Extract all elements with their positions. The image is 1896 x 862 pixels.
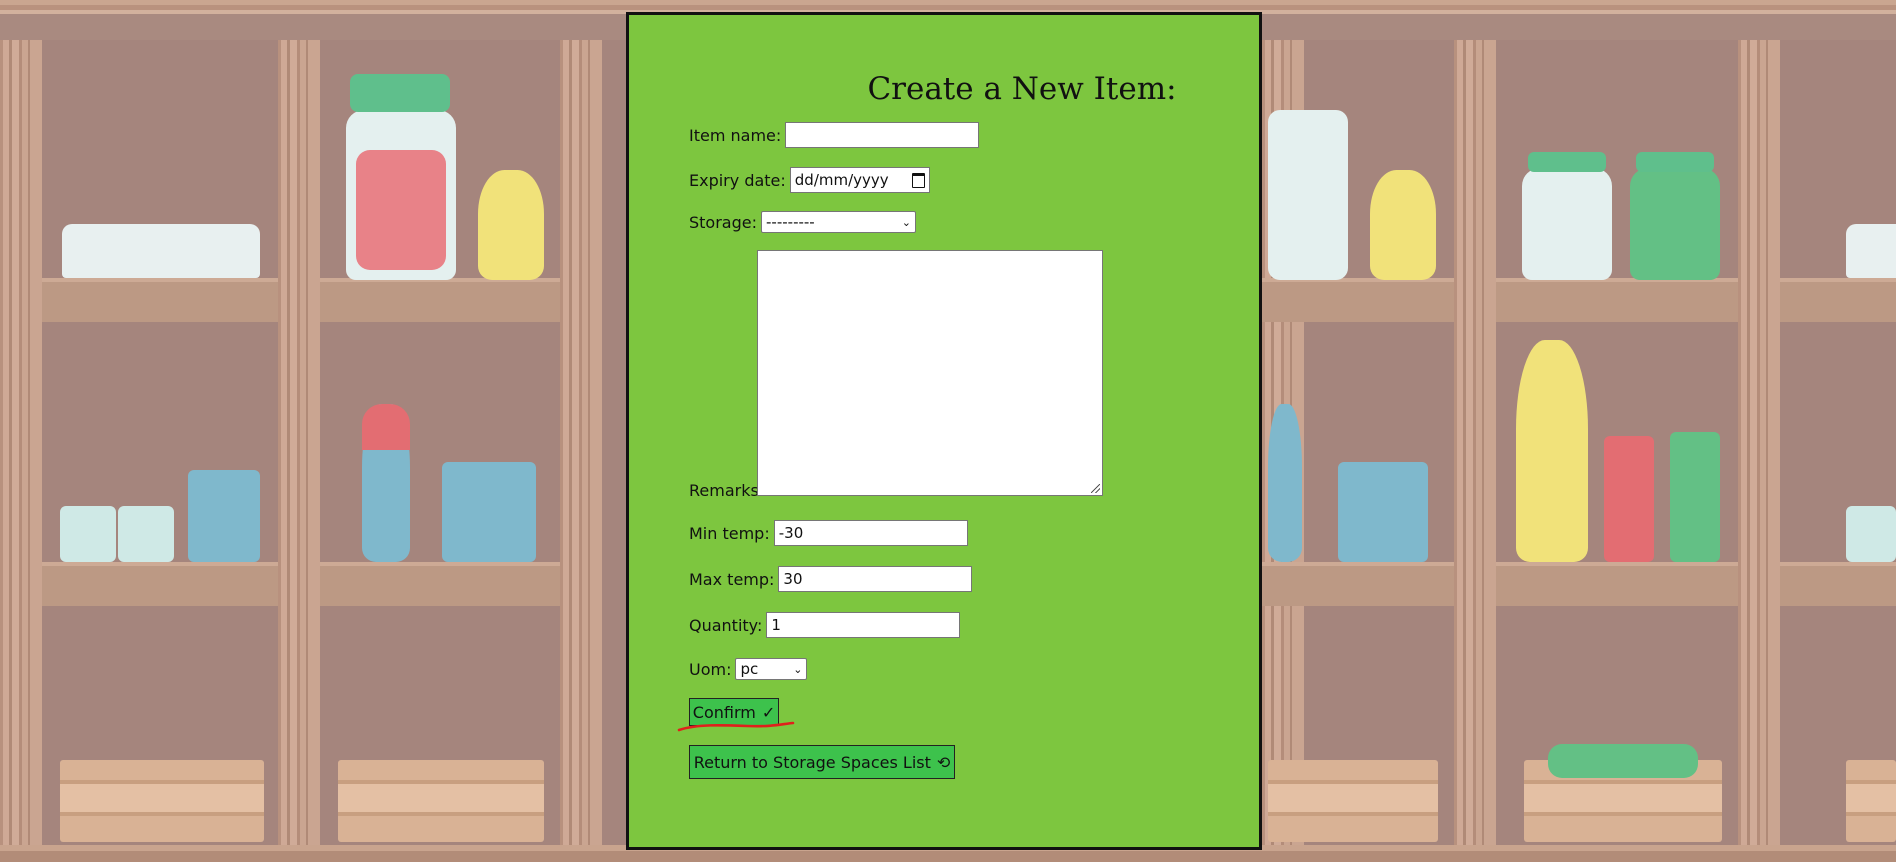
spray-cap: [362, 404, 410, 450]
uom-label: Uom:: [689, 659, 732, 679]
calendar-icon[interactable]: [911, 172, 925, 188]
shelf-board: [1496, 562, 1738, 606]
shelf-pillar: [560, 40, 602, 845]
soda-can: [1604, 436, 1654, 562]
tomato-slices: [356, 150, 446, 270]
oil-bottle: [1370, 170, 1436, 280]
annotation-underline: [677, 721, 795, 732]
expiry-date-value: dd/mm/yyyy: [794, 171, 889, 189]
min-temp-row: Min temp: -30: [689, 520, 968, 546]
shelf-pillar: [278, 40, 320, 845]
remarks-textarea[interactable]: [757, 250, 1103, 496]
jar-lid: [1636, 152, 1714, 172]
storage-label: Storage:: [689, 212, 757, 232]
chevron-down-icon: ⌄: [793, 662, 803, 676]
pickle-jar: [1630, 168, 1720, 280]
shelf-board: [1262, 562, 1454, 606]
expiry-date-row: Expiry date: dd/mm/yyyy: [689, 167, 930, 193]
crate: [1846, 760, 1896, 842]
quantity-label: Quantity:: [689, 615, 763, 635]
shelf-board: [1780, 278, 1896, 322]
remarks-label: Remarks:: [689, 481, 765, 500]
max-temp-label: Max temp:: [689, 569, 775, 589]
juice-bottle: [1516, 340, 1588, 562]
egg-carton: [1846, 224, 1896, 278]
shelf-pillar: [1454, 40, 1496, 845]
carrot-crate: [1268, 760, 1438, 842]
resize-handle-icon[interactable]: [1091, 484, 1100, 493]
return-to-storage-list-button[interactable]: Return to Storage Spaces List ⟲: [689, 745, 955, 779]
max-temp-input[interactable]: 30: [778, 566, 973, 592]
min-temp-label: Min temp:: [689, 523, 770, 543]
quantity-row: Quantity: 1: [689, 612, 961, 638]
item-name-label: Item name:: [689, 125, 782, 145]
egg-carton: [62, 224, 260, 278]
coffee-cup: [188, 470, 260, 562]
yogurt-cup: [118, 506, 174, 562]
shelf-board: [320, 562, 560, 606]
jar-lid: [1528, 152, 1606, 172]
chevron-down-icon: ⌄: [901, 215, 911, 229]
carrot-crate: [338, 760, 544, 842]
mushroom-jar: [1522, 168, 1612, 280]
soda-can: [1670, 432, 1720, 562]
expiry-date-input[interactable]: dd/mm/yyyy: [789, 167, 930, 193]
shelf-board: [1262, 278, 1454, 322]
item-name-input[interactable]: [785, 122, 980, 148]
uom-select[interactable]: pc ⌄: [735, 658, 808, 680]
page-title: Create a New Item:: [867, 71, 1177, 107]
tin-can: [1338, 462, 1428, 562]
shelf-board: [42, 278, 278, 322]
max-temp-row: Max temp: 30: [689, 566, 973, 592]
shelf-board: [320, 278, 560, 322]
jar-lid: [350, 74, 450, 112]
yogurt-cup: [60, 506, 116, 562]
storage-row: Storage: --------- ⌄: [689, 211, 916, 233]
uom-row: Uom: pc ⌄: [689, 658, 808, 680]
tomato-jar: [1268, 110, 1348, 280]
item-name-row: Item name:: [689, 122, 980, 148]
shelf-pillar: [1738, 40, 1780, 845]
shelf-board: [42, 562, 278, 606]
tin-can: [442, 462, 536, 562]
expiry-date-label: Expiry date:: [689, 170, 786, 190]
storage-select[interactable]: --------- ⌄: [761, 211, 916, 233]
storage-selected: ---------: [766, 213, 815, 231]
yogurt-cup: [1846, 506, 1896, 562]
shelf-pillar: [0, 40, 42, 845]
quantity-input[interactable]: 1: [766, 612, 961, 638]
min-temp-input[interactable]: -30: [773, 520, 968, 546]
shelf-board: [1780, 562, 1896, 606]
potato-crate: [60, 760, 264, 842]
greens: [1548, 744, 1698, 778]
refresh-icon: ⟲: [936, 752, 951, 772]
uom-selected: pc: [740, 660, 759, 678]
shelf-board: [1496, 278, 1738, 322]
create-item-panel: Create a New Item: Item name: Expiry dat…: [626, 12, 1262, 850]
spray-can: [1268, 404, 1302, 562]
return-label: Return to Storage Spaces List: [693, 752, 931, 772]
oil-bottle: [478, 170, 544, 280]
